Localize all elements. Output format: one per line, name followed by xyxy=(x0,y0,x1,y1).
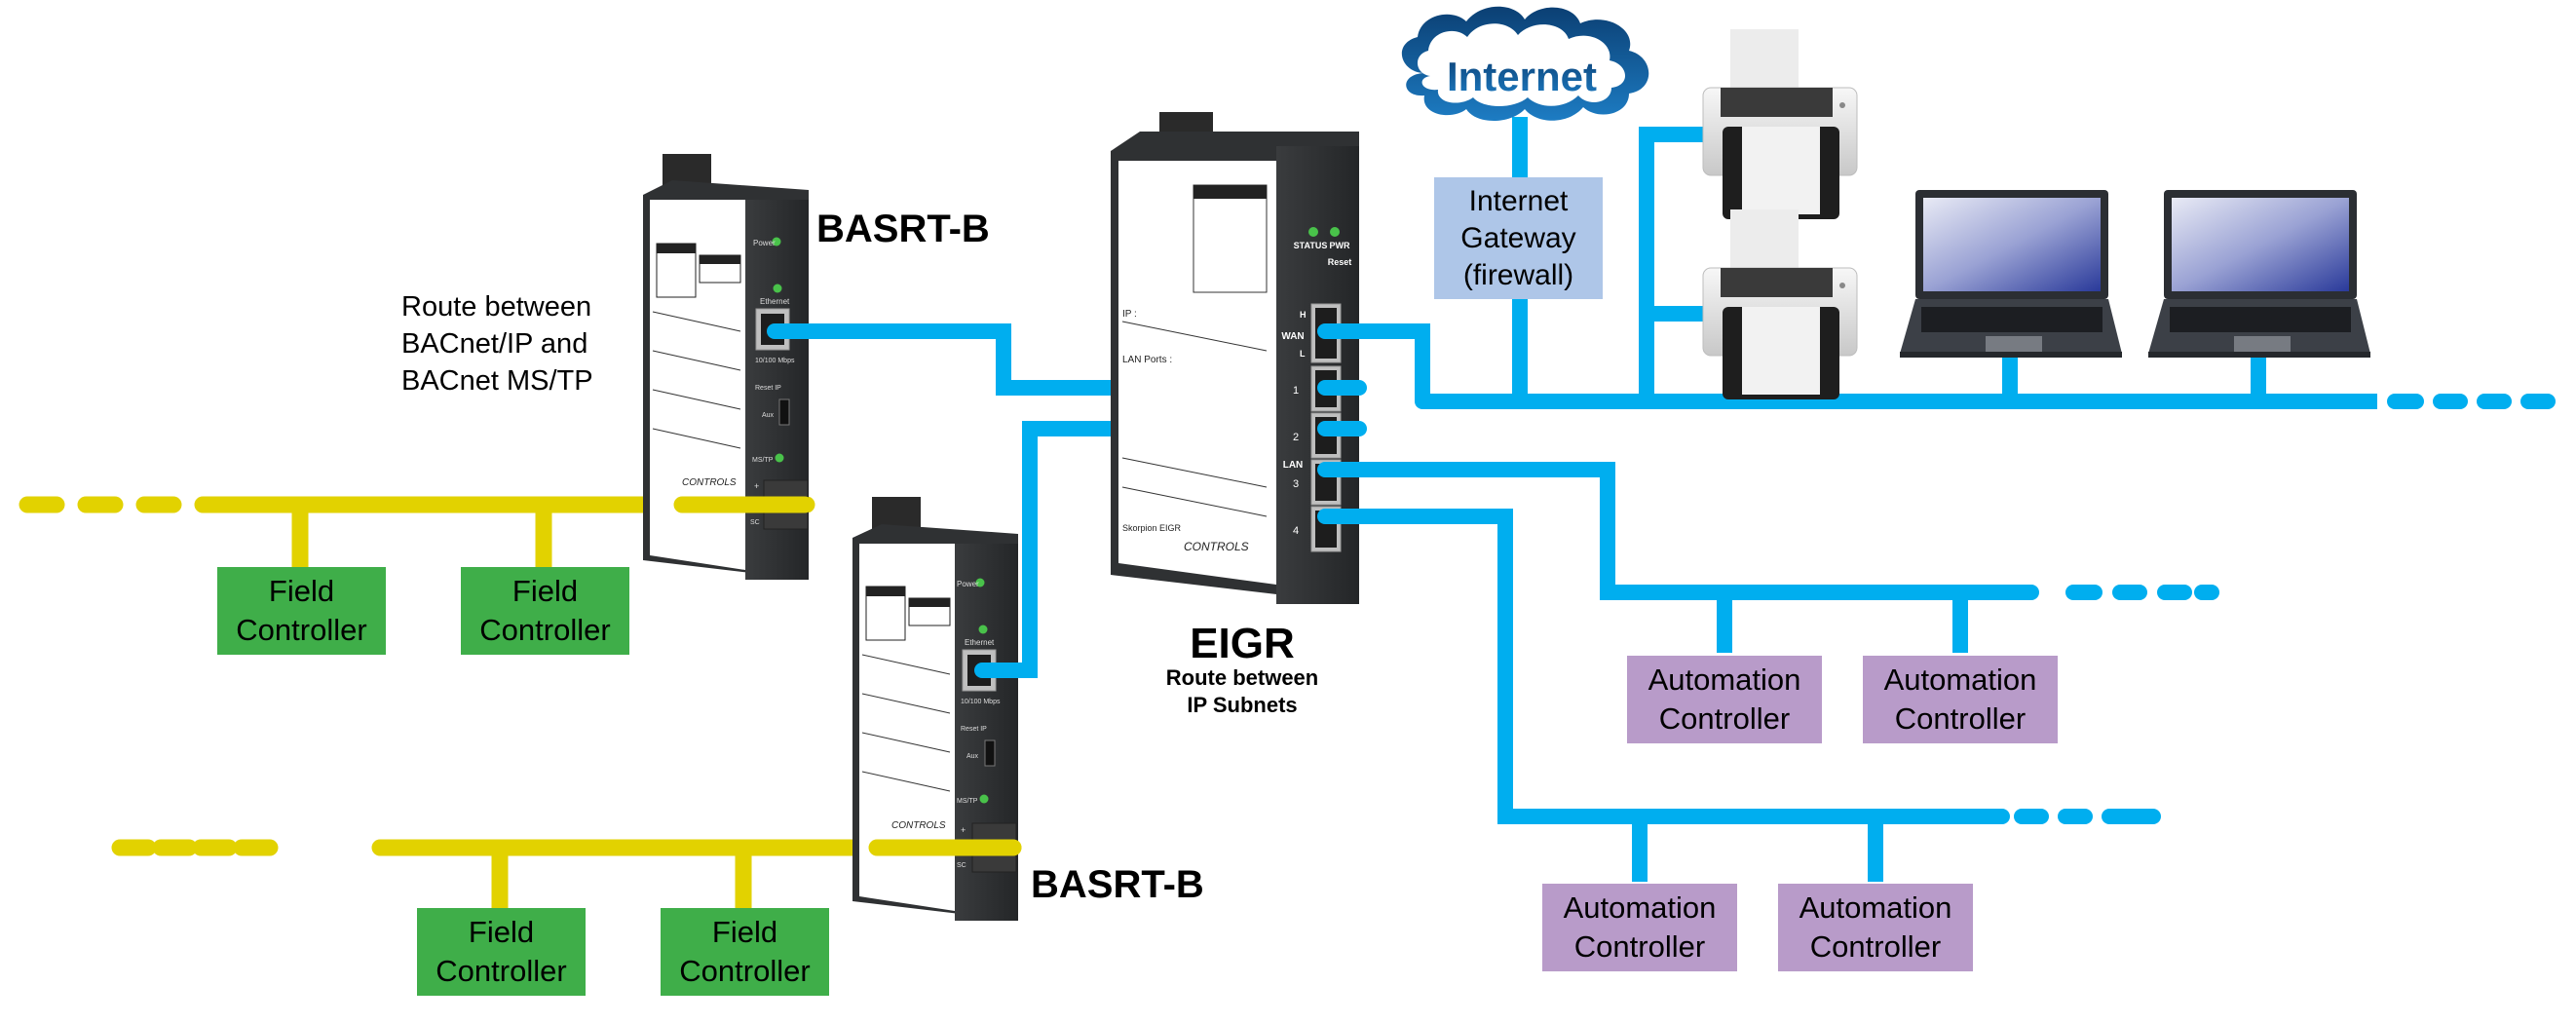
gateway-line3: (firewall) xyxy=(1462,258,1574,291)
basrt-top-power-label: Power xyxy=(753,239,776,247)
eigr-wan-label: WAN xyxy=(1281,331,1304,342)
automation-controller-line1: Automation xyxy=(1799,890,1952,925)
basrt-desc-line1: Route between xyxy=(401,291,592,322)
eigr-reset-label: Reset xyxy=(1328,257,1352,267)
basrt-bottom-sc-label: SC xyxy=(957,862,966,869)
printer-links xyxy=(1639,127,1715,401)
field-controller-line2: Controller xyxy=(679,954,811,988)
basrt-bottom-speed-label: 10/100 Mbps xyxy=(961,699,1001,705)
eigr-pwr-label: PWR xyxy=(1330,241,1350,250)
basrt-desc-line2: BACnet/IP and xyxy=(401,328,588,360)
eigr-desc-line2: IP Subnets xyxy=(1187,693,1298,717)
automation-controller: Automation Controller xyxy=(1627,656,1822,743)
field-controller-line2: Controller xyxy=(436,954,567,988)
basrt-bottom-reset-label: Reset IP xyxy=(961,726,987,733)
field-controller: Field Controller xyxy=(661,908,829,996)
automation-controller-line1: Automation xyxy=(1563,890,1717,925)
field-controller-line2: Controller xyxy=(236,613,367,647)
automation-controller-line2: Controller xyxy=(1894,701,2027,736)
basrt-bottom-name: BASRT-B xyxy=(1031,863,1204,906)
laptop-2-icon xyxy=(2148,190,2370,358)
automation-controller: Automation Controller xyxy=(1778,884,1973,971)
gateway-line1: Internet xyxy=(1468,184,1569,217)
field-controller-line1: Field xyxy=(711,915,778,949)
internet-gateway-firewall: Internet Gateway (firewall) xyxy=(1434,177,1603,299)
network-diagram: Internet STATUS PWR Reset WAN H L LAN 1 … xyxy=(19,6,2556,921)
automation-controller-line2: Controller xyxy=(1658,701,1791,736)
basrt-bottom-plus-label: + xyxy=(961,825,966,835)
eigr-ip-field: IP : xyxy=(1122,309,1137,320)
basrt-top-reset-label: Reset IP xyxy=(755,385,781,392)
eigr-model-text: Skorpion EIGR xyxy=(1122,523,1182,533)
ethernet-led-icon xyxy=(773,284,782,293)
status-led-icon xyxy=(1308,227,1318,237)
ethernet-led-icon xyxy=(978,625,988,634)
eigr-lan-label: LAN xyxy=(1283,460,1304,471)
eigr-wan-h: H xyxy=(1300,310,1307,320)
basrt-top-description: Route between BACnet/IP and BACnet MS/TP xyxy=(401,288,593,399)
basrt-bottom-aux-port[interactable] xyxy=(984,739,996,767)
field-controller: Field Controller xyxy=(417,908,586,996)
field-controller-line2: Controller xyxy=(479,613,611,647)
field-controller-line1: Field xyxy=(468,915,535,949)
basrt-top-ethernet-label: Ethernet xyxy=(760,297,790,306)
basrt-top-sc-label: SC xyxy=(750,519,760,526)
eigr-name: EIGR xyxy=(1190,620,1295,667)
field-controller: Field Controller xyxy=(461,567,629,655)
basrt-bottom-device: Power Ethernet 10/100 Mbps Reset IP Aux … xyxy=(852,497,1018,921)
eigr-description: Route between IP Subnets xyxy=(1111,664,1374,719)
basrt-bottom-power-label: Power xyxy=(957,580,979,588)
field-controller-line1: Field xyxy=(511,574,579,608)
basrt-desc-line3: BACnet MS/TP xyxy=(401,365,593,397)
pwr-led-icon xyxy=(1330,227,1340,237)
laptop-1-icon xyxy=(1900,190,2122,358)
basrt-top-plus-label: + xyxy=(754,481,759,491)
basrt-top-device: Power Ethernet 10/100 Mbps Reset IP Aux … xyxy=(643,154,809,580)
basrt-top-aux-label: Aux xyxy=(762,412,775,419)
basrt-top-aux-port[interactable] xyxy=(778,398,790,426)
lan3-link xyxy=(1317,462,2039,600)
printer-1-icon xyxy=(1702,29,1858,219)
basrt-bottom-mstp-label: MS/TP xyxy=(957,798,978,805)
basrt-top-brand: CONTROLS xyxy=(682,477,737,488)
mstp-led-icon xyxy=(979,794,989,804)
basrt-top-name: BASRT-B xyxy=(816,208,990,250)
internet-label: Internet xyxy=(1447,54,1597,99)
field-controller-line1: Field xyxy=(268,574,335,608)
internet-cloud-icon: Internet xyxy=(1401,6,1649,121)
automation-controller-line2: Controller xyxy=(1573,929,1706,964)
automation-controller: Automation Controller xyxy=(1863,656,2058,743)
basrt-bottom-aux-label: Aux xyxy=(966,753,979,760)
basrt-top-speed-label: 10/100 Mbps xyxy=(755,358,795,364)
basrt-top-mstp-label: MS/TP xyxy=(752,457,774,464)
automation-controller: Automation Controller xyxy=(1542,884,1737,971)
eigr-lan-4: 4 xyxy=(1293,525,1299,537)
eigr-wan-l: L xyxy=(1300,349,1306,359)
automation-controller-line1: Automation xyxy=(1883,663,2037,697)
eigr-lan-3: 3 xyxy=(1293,478,1299,490)
automation-controller-line2: Controller xyxy=(1809,929,1942,964)
eigr-router-device: STATUS PWR Reset WAN H L LAN 1 2 3 4 IP … xyxy=(1111,112,1359,604)
eigr-desc-line1: Route between xyxy=(1165,665,1319,690)
eigr-lan-ports-field: LAN Ports : xyxy=(1122,355,1172,365)
automation-controller-line1: Automation xyxy=(1648,663,1801,697)
eigr-status-label: STATUS xyxy=(1294,241,1328,250)
basrt-bottom-brand: CONTROLS xyxy=(891,820,946,831)
eigr-lan-1: 1 xyxy=(1293,385,1299,397)
eigr-lan-2: 2 xyxy=(1293,432,1299,443)
field-controller: Field Controller xyxy=(217,567,386,655)
gateway-line2: Gateway xyxy=(1460,221,1576,254)
eigr-brand: CONTROLS xyxy=(1184,540,1249,553)
mstp-led-icon xyxy=(775,453,784,463)
basrt-bottom-ethernet-label: Ethernet xyxy=(965,638,995,647)
printer-2-icon xyxy=(1702,209,1858,399)
